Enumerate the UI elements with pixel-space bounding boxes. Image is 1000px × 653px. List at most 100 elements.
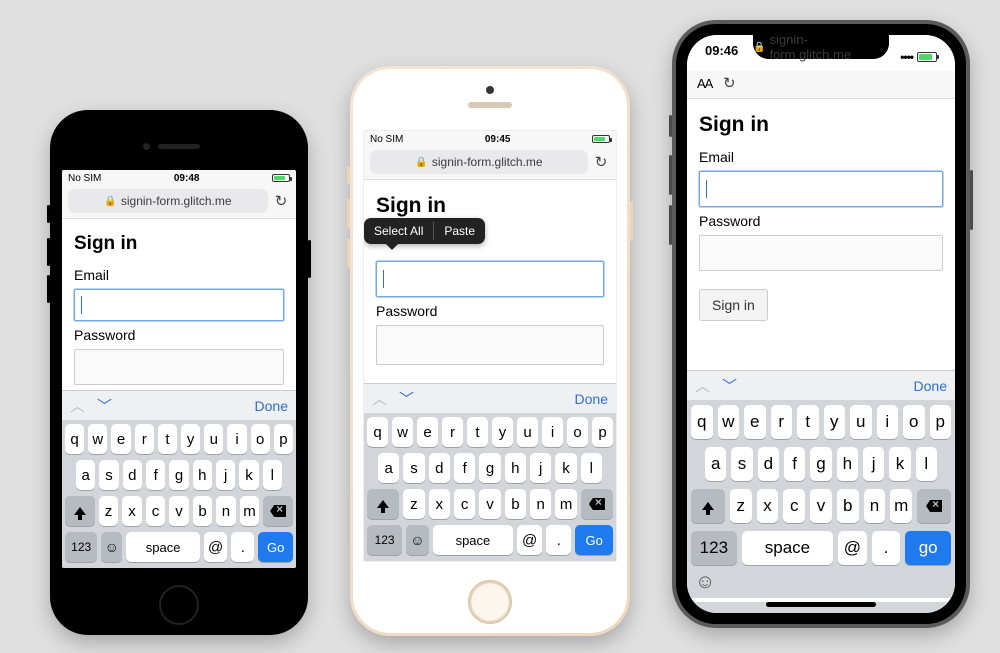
key-w[interactable]: w bbox=[392, 417, 413, 447]
go-key[interactable]: Go bbox=[258, 532, 293, 562]
dot-key[interactable]: . bbox=[546, 525, 571, 555]
text-size-button[interactable]: AA bbox=[697, 76, 712, 91]
key-v[interactable]: v bbox=[810, 489, 832, 523]
key-h[interactable]: h bbox=[193, 460, 212, 490]
refresh-icon[interactable]: ↻ bbox=[720, 74, 738, 92]
key-w[interactable]: w bbox=[88, 424, 107, 454]
volume-down-button[interactable] bbox=[669, 205, 672, 245]
emoji-key[interactable]: ☺ bbox=[101, 532, 122, 562]
key-f[interactable]: f bbox=[146, 460, 165, 490]
numbers-key[interactable]: 123 bbox=[367, 525, 402, 555]
paste-menu-item[interactable]: Paste bbox=[434, 218, 485, 244]
key-y[interactable]: y bbox=[824, 405, 846, 439]
key-s[interactable]: s bbox=[99, 460, 118, 490]
key-z[interactable]: z bbox=[99, 496, 118, 526]
key-f[interactable]: f bbox=[454, 453, 475, 483]
go-key[interactable]: Go bbox=[575, 525, 613, 555]
keyboard-done-button[interactable]: Done bbox=[914, 378, 947, 394]
refresh-icon[interactable]: ↻ bbox=[272, 192, 290, 210]
key-y[interactable]: y bbox=[492, 417, 513, 447]
backspace-key[interactable] bbox=[917, 489, 951, 523]
password-field[interactable] bbox=[699, 235, 943, 271]
power-button[interactable] bbox=[970, 170, 973, 230]
space-key[interactable]: space bbox=[742, 531, 833, 565]
numbers-key[interactable]: 123 bbox=[691, 531, 737, 565]
key-h[interactable]: h bbox=[505, 453, 526, 483]
key-i[interactable]: i bbox=[542, 417, 563, 447]
address-bar[interactable]: 🔒 signin-form.glitch.me bbox=[753, 35, 889, 59]
key-b[interactable]: b bbox=[837, 489, 859, 523]
key-o[interactable]: o bbox=[251, 424, 270, 454]
key-k[interactable]: k bbox=[239, 460, 258, 490]
key-l[interactable]: l bbox=[916, 447, 937, 481]
keyboard-done-button[interactable]: Done bbox=[575, 391, 608, 407]
go-key[interactable]: go bbox=[905, 531, 951, 565]
key-j[interactable]: j bbox=[530, 453, 551, 483]
key-n[interactable]: n bbox=[216, 496, 235, 526]
power-button[interactable] bbox=[308, 240, 311, 278]
key-e[interactable]: e bbox=[111, 424, 130, 454]
key-p[interactable]: p bbox=[592, 417, 613, 447]
prev-field-icon[interactable]: ︿ bbox=[695, 375, 710, 396]
key-q[interactable]: q bbox=[65, 424, 84, 454]
key-u[interactable]: u bbox=[517, 417, 538, 447]
at-key[interactable]: @ bbox=[838, 531, 867, 565]
key-i[interactable]: i bbox=[227, 424, 246, 454]
key-c[interactable]: c bbox=[783, 489, 805, 523]
refresh-icon[interactable]: ↻ bbox=[592, 153, 610, 171]
key-y[interactable]: y bbox=[181, 424, 200, 454]
key-m[interactable]: m bbox=[890, 489, 912, 523]
key-o[interactable]: o bbox=[567, 417, 588, 447]
key-d[interactable]: d bbox=[758, 447, 779, 481]
dot-key[interactable]: . bbox=[231, 532, 254, 562]
key-g[interactable]: g bbox=[479, 453, 500, 483]
signin-button[interactable]: Sign in bbox=[699, 289, 768, 321]
key-u[interactable]: u bbox=[204, 424, 223, 454]
key-j[interactable]: j bbox=[863, 447, 884, 481]
key-h[interactable]: h bbox=[837, 447, 858, 481]
password-field[interactable] bbox=[74, 349, 284, 385]
key-a[interactable]: a bbox=[378, 453, 399, 483]
key-k[interactable]: k bbox=[889, 447, 910, 481]
shift-key[interactable] bbox=[65, 496, 95, 526]
key-n[interactable]: n bbox=[530, 489, 551, 519]
next-field-icon[interactable]: ﹀ bbox=[399, 388, 414, 409]
at-key[interactable]: @ bbox=[204, 532, 227, 562]
key-b[interactable]: b bbox=[505, 489, 526, 519]
at-key[interactable]: @ bbox=[517, 525, 542, 555]
key-x[interactable]: x bbox=[429, 489, 450, 519]
volume-down-button[interactable] bbox=[347, 238, 350, 268]
key-v[interactable]: v bbox=[479, 489, 500, 519]
key-p[interactable]: p bbox=[274, 424, 293, 454]
key-p[interactable]: p bbox=[930, 405, 952, 439]
emoji-key[interactable]: ☺ bbox=[406, 525, 429, 555]
next-field-icon[interactable]: ﹀ bbox=[97, 395, 112, 416]
key-v[interactable]: v bbox=[169, 496, 188, 526]
key-q[interactable]: q bbox=[691, 405, 713, 439]
key-m[interactable]: m bbox=[240, 496, 259, 526]
key-t[interactable]: t bbox=[158, 424, 177, 454]
key-w[interactable]: w bbox=[718, 405, 740, 439]
key-r[interactable]: r bbox=[442, 417, 463, 447]
mute-switch[interactable] bbox=[669, 115, 672, 137]
key-s[interactable]: s bbox=[731, 447, 752, 481]
address-bar[interactable]: 🔒 signin-form.glitch.me bbox=[370, 150, 588, 174]
key-f[interactable]: f bbox=[784, 447, 805, 481]
home-button[interactable] bbox=[159, 585, 199, 625]
key-d[interactable]: d bbox=[429, 453, 450, 483]
next-field-icon[interactable]: ﹀ bbox=[722, 375, 737, 396]
key-x[interactable]: x bbox=[122, 496, 141, 526]
volume-down-button[interactable] bbox=[47, 275, 50, 303]
emoji-key[interactable]: ☺ bbox=[695, 571, 715, 594]
key-c[interactable]: c bbox=[146, 496, 165, 526]
key-j[interactable]: j bbox=[216, 460, 235, 490]
key-t[interactable]: t bbox=[467, 417, 488, 447]
key-k[interactable]: k bbox=[555, 453, 576, 483]
key-s[interactable]: s bbox=[403, 453, 424, 483]
volume-up-button[interactable] bbox=[669, 155, 672, 195]
shift-key[interactable] bbox=[691, 489, 725, 523]
shift-key[interactable] bbox=[367, 489, 399, 519]
key-d[interactable]: d bbox=[123, 460, 142, 490]
key-x[interactable]: x bbox=[757, 489, 779, 523]
key-g[interactable]: g bbox=[169, 460, 188, 490]
